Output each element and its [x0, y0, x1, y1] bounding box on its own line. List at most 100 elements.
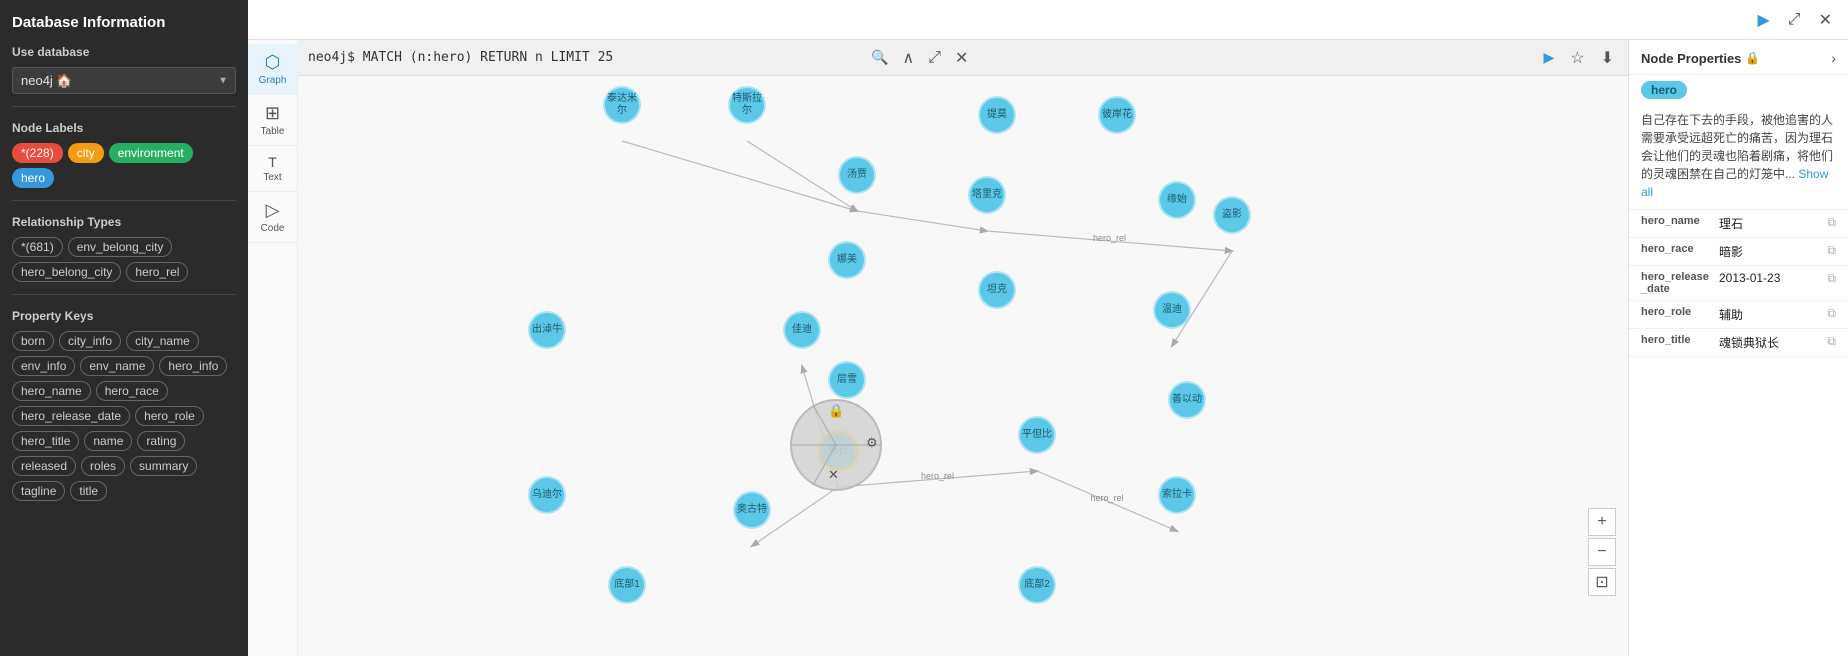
prop-hero-name[interactable]: hero_name [12, 381, 91, 401]
nav-table-button[interactable]: ⊞ Table [248, 95, 297, 146]
edge-label: hero_rel [921, 471, 954, 481]
zoom-in-button[interactable]: + [1588, 508, 1616, 536]
graph-node-n11[interactable]: 盗影 [1213, 196, 1251, 234]
prop-copy-hero-name[interactable]: ⧉ [1827, 215, 1836, 230]
graph-node-n21[interactable]: 底部1 [608, 566, 646, 604]
graph-node-n1[interactable]: 泰达米尔 [603, 86, 641, 124]
graph-node-n5[interactable]: 提莫 [978, 96, 1016, 134]
prop-copy-hero-role[interactable]: ⧉ [1827, 306, 1836, 321]
prop-title[interactable]: title [70, 481, 107, 501]
query-zoom-icon[interactable]: 🔍 [867, 47, 892, 68]
graph-node-n8[interactable]: 坦克 [978, 271, 1016, 309]
label-environment[interactable]: environment [109, 143, 193, 163]
prop-val-hero-name: 理石 [1719, 215, 1821, 232]
prop-name[interactable]: name [84, 431, 132, 451]
prop-hero-title[interactable]: hero_title [12, 431, 79, 451]
prop-key-hero-release-date: hero_release_date [1641, 271, 1713, 295]
topbar-run-button[interactable]: ▶ [1753, 8, 1773, 32]
prop-copy-hero-title[interactable]: ⧉ [1827, 334, 1836, 349]
graph-node-n14[interactable]: 层雪 [828, 361, 866, 399]
graph-node-n6[interactable]: 彼岸花 [1098, 96, 1136, 134]
nav-graph-label: Graph [259, 75, 287, 86]
prop-copy-hero-race[interactable]: ⧉ [1827, 243, 1836, 258]
prop-copy-hero-release-date[interactable]: ⧉ [1827, 271, 1836, 286]
hero-badge[interactable]: hero [1641, 81, 1687, 99]
right-panel: Node Properties 🔒 › hero 自己存在下去的手段，被他追害的… [1628, 40, 1848, 656]
rel-env-belong-city[interactable]: env_belong_city [68, 237, 173, 257]
label-city[interactable]: city [68, 143, 104, 163]
prop-hero-race[interactable]: hero_race [96, 381, 168, 401]
hero-description: 自己存在下去的手段，被他追害的人需要承受远超死亡的痛苦，因为理石会让他们的灵魂也… [1629, 107, 1848, 210]
prop-val-hero-race: 暗影 [1719, 243, 1821, 260]
edge-label: hero_rel [1090, 493, 1123, 503]
prop-hero-role[interactable]: hero_role [135, 406, 204, 426]
graph-icon: ⬡ [265, 52, 281, 73]
database-selector-wrap[interactable]: neo4j 🏠 [12, 67, 236, 94]
graph-node-n3[interactable]: 汤贾 [838, 156, 876, 194]
graph-node-n7[interactable]: 缘始 [1158, 181, 1196, 219]
topbar-expand-button[interactable]: ⤢ [1784, 9, 1805, 31]
zoom-out-button[interactable]: − [1588, 538, 1616, 566]
prop-born[interactable]: born [12, 331, 54, 351]
graph-node-n9[interactable]: 塔里克 [968, 176, 1006, 214]
prop-city-info[interactable]: city_info [59, 331, 121, 351]
query-expand-icon[interactable]: ⤢ [924, 47, 945, 69]
prop-hero-release-date[interactable]: hero_release_date [12, 406, 130, 426]
topbar-close-button[interactable]: ✕ [1815, 8, 1836, 32]
node-labels-title: Node Labels [12, 121, 236, 135]
query-close-icon[interactable]: ✕ [951, 46, 972, 70]
ring-icon-bottom[interactable]: ✕ [828, 467, 839, 483]
query-scroll-up-icon[interactable]: ∧ [898, 46, 918, 70]
ring-icon-right[interactable]: ⚙ [866, 435, 878, 451]
relationship-types-list: *(681) env_belong_city hero_belong_city … [12, 237, 236, 282]
database-select[interactable]: neo4j 🏠 [12, 67, 236, 94]
graph-node-n20[interactable]: 索拉卡 [1158, 476, 1196, 514]
topbar-query-input[interactable]: neo4j$ [260, 12, 1753, 28]
query-fav-button[interactable]: ☆ [1566, 46, 1588, 70]
prop-val-hero-role: 辅助 [1719, 306, 1821, 323]
rel-hero-belong-city[interactable]: hero_belong_city [12, 262, 121, 282]
query-download-button[interactable]: ⬇ [1597, 46, 1618, 70]
property-keys-title: Property Keys [12, 309, 236, 323]
prop-city-name[interactable]: city_name [126, 331, 199, 351]
label-all[interactable]: *(228) [12, 143, 63, 163]
nav-table-label: Table [261, 126, 285, 137]
query-run-button[interactable]: ▶ [1539, 47, 1558, 68]
panel-expand-icon[interactable]: › [1831, 50, 1836, 66]
prop-hero-info[interactable]: hero_info [159, 356, 227, 376]
prop-row-hero-race: hero_race 暗影 ⧉ [1629, 238, 1848, 266]
graph-node-n12[interactable]: 出淖牛 [528, 311, 566, 349]
hero-badge-wrap: hero [1629, 75, 1848, 107]
prop-val-hero-release-date: 2013-01-23 [1719, 271, 1821, 285]
prop-rating[interactable]: rating [137, 431, 185, 451]
prop-env-name[interactable]: env_name [80, 356, 154, 376]
content-area: ⬡ Graph ⊞ Table T Text ▷ Code neo4j$ MAT… [248, 40, 1848, 656]
graph-node-n18[interactable]: 平但比 [1018, 416, 1056, 454]
query-text: neo4j$ MATCH (n:hero) RETURN n LIMIT 25 [308, 50, 859, 65]
nav-graph-button[interactable]: ⬡ Graph [248, 44, 297, 95]
left-nav: ⬡ Graph ⊞ Table T Text ▷ Code [248, 40, 298, 656]
nav-text-button[interactable]: T Text [248, 146, 297, 192]
graph-node-n4[interactable]: 娜美 [828, 241, 866, 279]
prop-summary[interactable]: summary [130, 456, 197, 476]
prop-key-hero-title: hero_title [1641, 334, 1713, 346]
prop-env-info[interactable]: env_info [12, 356, 75, 376]
graph-node-n13[interactable]: 佳迪 [783, 311, 821, 349]
prop-row-hero-role: hero_role 辅助 ⧉ [1629, 301, 1848, 329]
graph-node-n22[interactable]: 底部2 [1018, 566, 1056, 604]
prop-row-hero-title: hero_title 魂锁典狱长 ⧉ [1629, 329, 1848, 357]
prop-released[interactable]: released [12, 456, 76, 476]
zoom-fit-button[interactable]: ⊡ [1588, 568, 1616, 596]
graph-node-n10[interactable]: 温迪 [1153, 291, 1191, 329]
rel-all[interactable]: *(681) [12, 237, 63, 257]
rel-hero-rel[interactable]: hero_rel [126, 262, 188, 282]
label-hero[interactable]: hero [12, 168, 54, 188]
nav-code-button[interactable]: ▷ Code [248, 192, 297, 243]
graph-node-n16[interactable]: 乌迪尔 [528, 476, 566, 514]
prop-roles[interactable]: roles [81, 456, 125, 476]
graph-node-n19[interactable]: 善以动 [1168, 381, 1206, 419]
ring-icon-top[interactable]: 🔒 [828, 403, 844, 419]
graph-node-n17[interactable]: 奥古特 [733, 491, 771, 529]
graph-node-n2[interactable]: 特斯拉尔 [728, 86, 766, 124]
prop-tagline[interactable]: tagline [12, 481, 65, 501]
